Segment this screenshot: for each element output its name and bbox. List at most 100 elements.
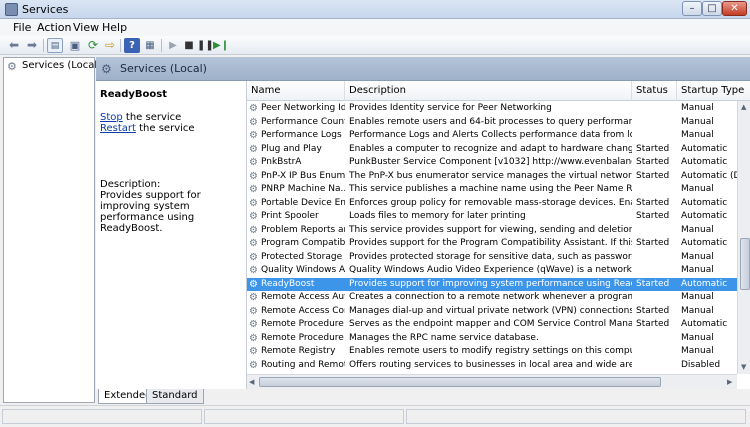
service-row[interactable]: ⚙ Plug and Play Enables a computer to reco… [247, 143, 737, 157]
service-row[interactable]: ⚙Program Compatibi... Provides support fo… [247, 237, 737, 251]
service-row[interactable]: ⚙ ReadyBoost Provides support for improvin… [247, 277, 737, 291]
gear-icon: ⚙ [249, 143, 258, 155]
gear-icon: ⚙ [249, 278, 258, 290]
stop-icon[interactable]: ■ [181, 38, 197, 53]
horizontal-scroll-thumb[interactable] [259, 377, 661, 387]
vertical-scroll-thumb[interactable] [740, 238, 750, 290]
service-status: Started [636, 157, 670, 167]
column-header-status[interactable]: Status [632, 81, 677, 101]
service-startup-type: Automatic [681, 197, 728, 208]
scroll-left-icon[interactable]: ◀ [249, 378, 254, 386]
service-status [636, 224, 677, 238]
service-row[interactable]: ⚙ Protected Storage Provides protected sto… [247, 251, 737, 265]
column-header-name[interactable]: Name [247, 81, 345, 101]
window-title: Services [22, 3, 69, 16]
service-row[interactable]: ⚙ Performance Logs ... Performance Logs an… [247, 129, 737, 143]
refresh-icon[interactable]: ⟳ [85, 38, 101, 53]
gear-icon: ⚙ [249, 265, 258, 276]
service-row[interactable]: ⚙Remote Access Aut... Creates a connectio… [247, 291, 737, 305]
service-row[interactable]: ⚙ PnP-X IP Bus Enum... The PnP-X bus enume… [247, 170, 737, 184]
scroll-right-icon[interactable]: ▶ [727, 378, 732, 386]
service-row[interactable]: ⚙ Remote Registry Enables remote users to … [247, 345, 737, 359]
column-header-description[interactable]: Description [345, 81, 632, 101]
pane-title: Services (Local) [120, 62, 207, 75]
service-status [636, 291, 677, 305]
tree-item-services-local[interactable]: ⚙ Services (Local) [7, 60, 101, 74]
properties-icon[interactable]: ▣ [67, 38, 83, 53]
service-status [636, 183, 677, 197]
service-status [636, 332, 677, 346]
service-status: Started [636, 143, 670, 154]
service-startup-type: Disabled [681, 359, 721, 370]
service-row[interactable]: ⚙Problem Reports an... This service provi… [247, 224, 737, 238]
pause-icon[interactable]: ❚❚ [197, 38, 214, 53]
show-tree-icon[interactable]: ▤ [47, 38, 63, 53]
service-description: Manages dial-up and virtual private netw… [349, 305, 632, 316]
service-startup-type: Automatic [681, 238, 728, 248]
service-name: Plug and Play [261, 143, 322, 154]
description-label: Description: [100, 179, 161, 190]
service-row[interactable]: ⚙ Print Spooler Loads files to memory for … [247, 210, 737, 224]
gear-icon: ⚙ [249, 184, 258, 195]
console-icon[interactable]: ▦ [142, 38, 158, 53]
service-row[interactable]: ⚙Portable Device Enu... Enforces group po… [247, 197, 737, 211]
service-row[interactable]: ⚙Performance Count... Enables remote user… [247, 116, 737, 130]
service-row[interactable]: ⚙Peer Networking Id... Provides Identity … [247, 102, 737, 116]
scroll-down-icon[interactable]: ▼ [741, 363, 746, 371]
service-status [636, 345, 677, 359]
horizontal-scrollbar[interactable]: ◀ ▶ [247, 374, 737, 389]
service-row[interactable]: ⚙Remote Procedure ... Serves as the endpo… [247, 318, 737, 332]
maximize-button[interactable]: □ [702, 1, 722, 16]
service-row[interactable]: ⚙Routing and Remot... Offers routing serv… [247, 359, 737, 373]
service-name: Remote Access Con... [261, 305, 345, 316]
back-icon[interactable]: ⬅ [6, 38, 22, 53]
service-startup-type: Automatic [681, 278, 728, 289]
service-description: Offers routing services to businesses in… [349, 359, 632, 370]
service-status: Started [636, 319, 670, 329]
service-description: Performance Logs and Alerts Collects per… [349, 130, 632, 140]
list-header: Name Description Status Startup Type [247, 81, 750, 101]
details-pane: ⚙ Services (Local) ReadyBoost Stop the s… [96, 57, 750, 405]
service-row[interactable]: ⚙Remote Procedure ... Manages the RPC nam… [247, 332, 737, 346]
minimize-button[interactable]: – [682, 1, 702, 16]
forward-icon[interactable]: ➡ [24, 38, 40, 53]
menu-help[interactable]: Help [102, 21, 127, 34]
stop-link[interactable]: Stop [100, 112, 123, 123]
vertical-scrollbar[interactable]: ▲ ▼ [737, 101, 750, 374]
toolbar-separator [43, 39, 44, 52]
scroll-up-icon[interactable]: ▲ [741, 103, 746, 111]
gear-icon: ⚙ [249, 319, 258, 330]
service-row[interactable]: ⚙Remote Access Con... Manages dial-up and… [247, 305, 737, 319]
restart-link[interactable]: Restart [100, 123, 136, 134]
menu-action[interactable]: Action [37, 21, 71, 34]
service-description: Enforces group policy for removable mass… [349, 197, 632, 208]
service-name: ReadyBoost [261, 278, 315, 289]
start-icon[interactable]: ▶ [165, 38, 181, 53]
gear-icon: ⚙ [249, 197, 258, 209]
title-bar: Services – □ ✕ [0, 0, 750, 19]
stop-text: the service [122, 112, 182, 123]
service-startup-type: Automatic [681, 143, 728, 154]
service-row[interactable]: ⚙ PNRP Machine Na... This service publishe… [247, 183, 737, 197]
service-startup-type: Manual [681, 251, 714, 262]
service-row[interactable]: ⚙ Quality Windows A... Quality Windows Aud… [247, 264, 737, 278]
tab-standard[interactable]: Standard [146, 389, 204, 404]
gear-icon: ⚙ [249, 332, 258, 344]
restart-icon[interactable]: ▶❙ [213, 38, 229, 53]
menu-view[interactable]: View [73, 21, 99, 34]
column-header-startup-type[interactable]: Startup Type [677, 81, 750, 101]
service-name: Portable Device Enu... [261, 197, 345, 208]
service-name: PNRP Machine Na... [261, 184, 345, 194]
export-icon[interactable]: ⇨ [102, 38, 118, 53]
service-startup-type: Manual [681, 305, 714, 316]
service-description: Enables remote users and 64-bit processe… [349, 116, 632, 127]
pane-body: ReadyBoost Stop the service Restart the … [96, 81, 750, 389]
service-description: Provides support for the Program Compati… [349, 238, 632, 248]
help-icon[interactable]: ? [124, 38, 140, 53]
service-description: This service publishes a machine name us… [349, 184, 632, 194]
close-button[interactable]: ✕ [722, 1, 747, 16]
service-startup-type: Manual [681, 103, 714, 113]
service-status [636, 264, 677, 278]
service-row[interactable]: ⚙ PnkBstrA PunkBuster Service Component [v… [247, 156, 737, 170]
menu-file[interactable]: File [13, 21, 31, 34]
